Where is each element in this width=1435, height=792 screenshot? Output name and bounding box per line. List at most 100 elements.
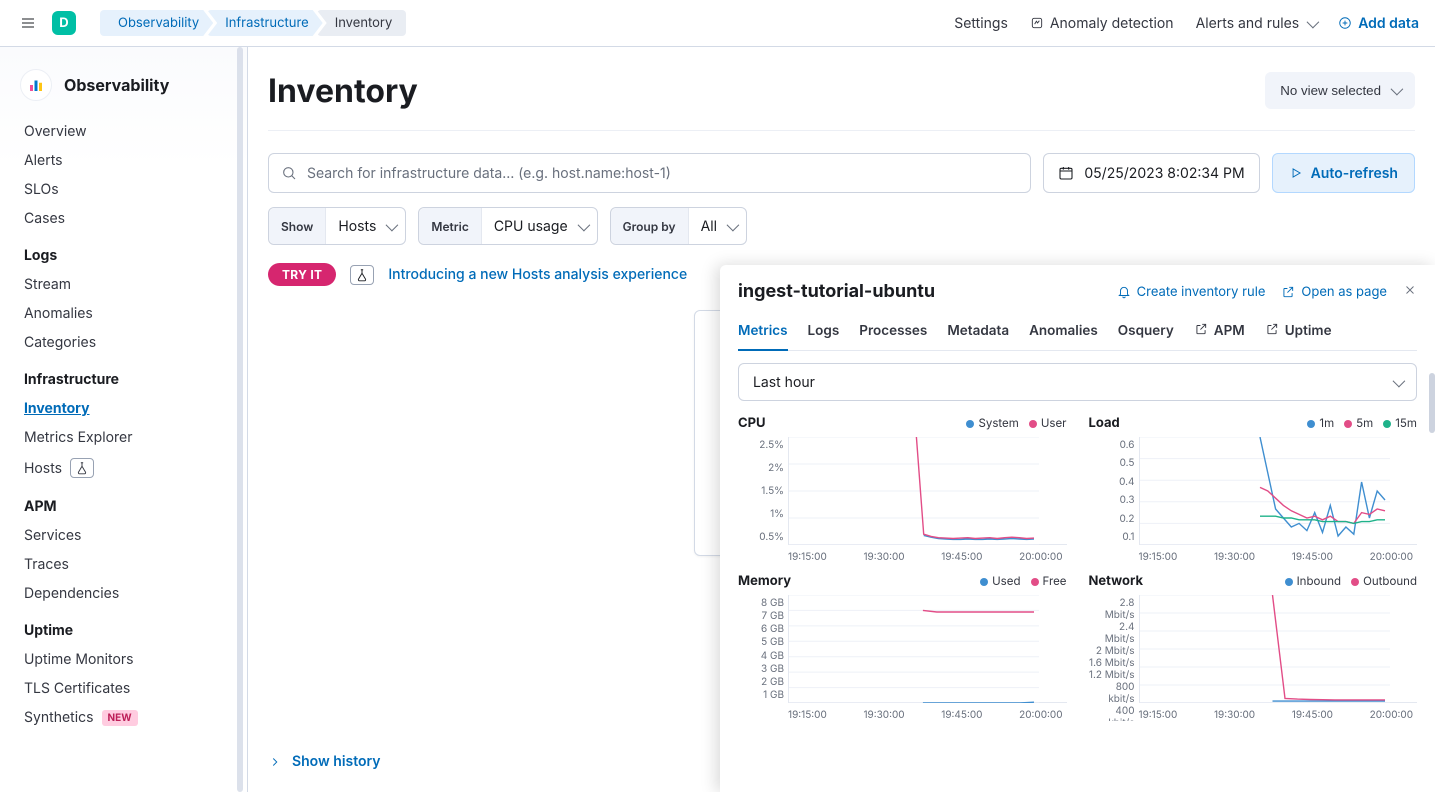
tab-metrics[interactable]: Metrics bbox=[738, 316, 788, 351]
sidebar-item-alerts[interactable]: Alerts bbox=[0, 146, 247, 175]
tab-osquery[interactable]: Osquery bbox=[1118, 316, 1174, 350]
sidebar-header: Observability bbox=[0, 63, 247, 117]
tab-apm[interactable]: APM bbox=[1194, 316, 1245, 350]
tab-logs[interactable]: Logs bbox=[808, 316, 840, 350]
show-history-label: Show history bbox=[292, 753, 381, 770]
view-selector-label: No view selected bbox=[1280, 83, 1381, 98]
controls-row: Show Hosts Metric CPU usage Group by All bbox=[268, 207, 1415, 245]
create-inventory-rule-link[interactable]: Create inventory rule bbox=[1117, 284, 1266, 300]
tab-label: Metadata bbox=[947, 323, 1009, 339]
sidebar-title: Observability bbox=[64, 75, 169, 95]
breadcrumb: Observability Infrastructure Inventory bbox=[100, 10, 406, 36]
add-data-button[interactable]: Add data bbox=[1338, 15, 1419, 32]
flask-icon bbox=[70, 458, 94, 478]
search-input[interactable]: Search for infrastructure data… (e.g. ho… bbox=[268, 153, 1031, 193]
alerts-rules-dropdown[interactable]: Alerts and rules bbox=[1196, 15, 1317, 32]
sidebar-section-label: Uptime bbox=[0, 608, 247, 645]
tab-label: Uptime bbox=[1285, 323, 1332, 339]
chart-legend: 1m5m15m bbox=[1307, 416, 1417, 430]
chart-title: CPU bbox=[738, 415, 766, 431]
tryit-badge: TRY IT bbox=[268, 263, 336, 286]
show-history-button[interactable]: Show history bbox=[268, 737, 381, 786]
sidebar-item-uptime-monitors[interactable]: Uptime Monitors bbox=[0, 645, 247, 674]
observability-app-icon bbox=[20, 69, 52, 101]
legend-item: User bbox=[1029, 416, 1067, 430]
create-inventory-rule-label: Create inventory rule bbox=[1137, 284, 1266, 300]
chart-plot[interactable] bbox=[788, 437, 1067, 545]
close-icon[interactable] bbox=[1403, 283, 1417, 301]
search-icon bbox=[281, 165, 297, 181]
sidebar-top-items: Overview Alerts SLOs Cases bbox=[0, 117, 247, 233]
chart-plot[interactable] bbox=[788, 595, 1067, 703]
sidebar-item-label: Metrics Explorer bbox=[24, 429, 132, 446]
sidebar-section-label: APM bbox=[0, 484, 247, 521]
sidebar-item-inventory[interactable]: Inventory bbox=[0, 394, 247, 423]
metric-value: CPU usage bbox=[494, 218, 568, 235]
legend-item: Free bbox=[1031, 574, 1067, 588]
auto-refresh-button[interactable]: Auto-refresh bbox=[1272, 153, 1415, 193]
sidebar-item-overview[interactable]: Overview bbox=[0, 117, 247, 146]
timerange-selector[interactable]: Last hour bbox=[738, 363, 1417, 401]
sidebar-item-tls-certificates[interactable]: TLS Certificates bbox=[0, 674, 247, 703]
sidebar-item-stream[interactable]: Stream bbox=[0, 270, 247, 299]
sidebar-section-label: Logs bbox=[0, 233, 247, 270]
breadcrumb-infrastructure[interactable]: Infrastructure bbox=[207, 10, 323, 36]
sidebar-section-label: Infrastructure bbox=[0, 357, 247, 394]
flyout-tabs: Metrics Logs Processes Metadata Anomalies Osq… bbox=[738, 316, 1417, 351]
chevron-down-icon bbox=[384, 218, 395, 235]
anomaly-icon bbox=[1030, 16, 1044, 30]
breadcrumb-observability[interactable]: Observability bbox=[100, 10, 213, 36]
settings-link[interactable]: Settings bbox=[954, 15, 1008, 32]
menu-icon[interactable] bbox=[16, 11, 40, 35]
sidebar-item-cases[interactable]: Cases bbox=[0, 204, 247, 233]
tab-label: Logs bbox=[808, 323, 840, 339]
chart-title: Network bbox=[1089, 573, 1144, 589]
popout-icon bbox=[1194, 322, 1208, 340]
y-axis: 2.8 Mbit/s2.4 Mbit/s2 Mbit/s1.6 Mbit/s1.… bbox=[1089, 595, 1139, 703]
sidebar-item-slos[interactable]: SLOs bbox=[0, 175, 247, 204]
chart-plot[interactable] bbox=[1139, 437, 1418, 545]
x-axis: 19:15:0019:30:0019:45:0020:00:00 bbox=[738, 551, 1067, 563]
sidebar-item-categories[interactable]: Categories bbox=[0, 328, 247, 357]
host-flyout: ingest-tutorial-ubuntu Create inventory … bbox=[720, 265, 1435, 792]
tab-label: Metrics bbox=[738, 323, 788, 339]
sidebar-item-label: Synthetics bbox=[24, 709, 94, 726]
sidebar-item-services[interactable]: Services bbox=[0, 521, 247, 550]
show-label: Show bbox=[269, 208, 326, 244]
tab-anomalies[interactable]: Anomalies bbox=[1029, 316, 1098, 350]
popout-icon bbox=[1265, 322, 1279, 340]
open-as-page-link[interactable]: Open as page bbox=[1281, 284, 1387, 300]
space-badge[interactable]: D bbox=[52, 11, 76, 35]
main: Inventory No view selected Search for in… bbox=[248, 47, 1435, 792]
show-dropdown[interactable]: Show Hosts bbox=[268, 207, 406, 245]
play-icon bbox=[1289, 166, 1303, 180]
legend-item: Inbound bbox=[1285, 574, 1341, 588]
view-selector-button[interactable]: No view selected bbox=[1265, 72, 1415, 109]
tab-label: Anomalies bbox=[1029, 323, 1098, 339]
sidebar-item-traces[interactable]: Traces bbox=[0, 550, 247, 579]
chevron-down-icon bbox=[1391, 374, 1402, 391]
groupby-dropdown[interactable]: Group by All bbox=[610, 207, 747, 245]
chart-title: Memory bbox=[738, 573, 791, 589]
date-picker[interactable]: 05/25/2023 8:02:34 PM bbox=[1043, 153, 1259, 193]
sidebar-item-label: Traces bbox=[24, 556, 69, 573]
tab-uptime[interactable]: Uptime bbox=[1265, 316, 1332, 350]
sidebar-item-label: Hosts bbox=[24, 460, 62, 477]
sidebar-item-metrics-explorer[interactable]: Metrics Explorer bbox=[0, 423, 247, 452]
tab-processes[interactable]: Processes bbox=[859, 316, 927, 350]
chart-plot[interactable] bbox=[1139, 595, 1418, 703]
chart-cpu: CPUSystemUser2.5%2%1.5%1%0.5%19:15:0019:… bbox=[738, 415, 1067, 563]
sidebar-item-synthetics[interactable]: SyntheticsNEW bbox=[0, 703, 247, 732]
sidebar-item-label: Stream bbox=[24, 276, 71, 293]
legend-item: 15m bbox=[1383, 416, 1417, 430]
sidebar-item-dependencies[interactable]: Dependencies bbox=[0, 579, 247, 608]
flyout-title: ingest-tutorial-ubuntu bbox=[738, 281, 1101, 302]
sidebar-item-hosts[interactable]: Hosts bbox=[0, 452, 247, 484]
sidebar-item-anomalies[interactable]: Anomalies bbox=[0, 299, 247, 328]
scrollbar-thumb[interactable] bbox=[1429, 373, 1435, 433]
sidebar-item-label: Anomalies bbox=[24, 305, 93, 322]
anomaly-detection-link[interactable]: Anomaly detection bbox=[1030, 15, 1174, 32]
metric-dropdown[interactable]: Metric CPU usage bbox=[418, 207, 597, 245]
tab-metadata[interactable]: Metadata bbox=[947, 316, 1009, 350]
promo-link[interactable]: Introducing a new Hosts analysis experie… bbox=[388, 266, 687, 283]
